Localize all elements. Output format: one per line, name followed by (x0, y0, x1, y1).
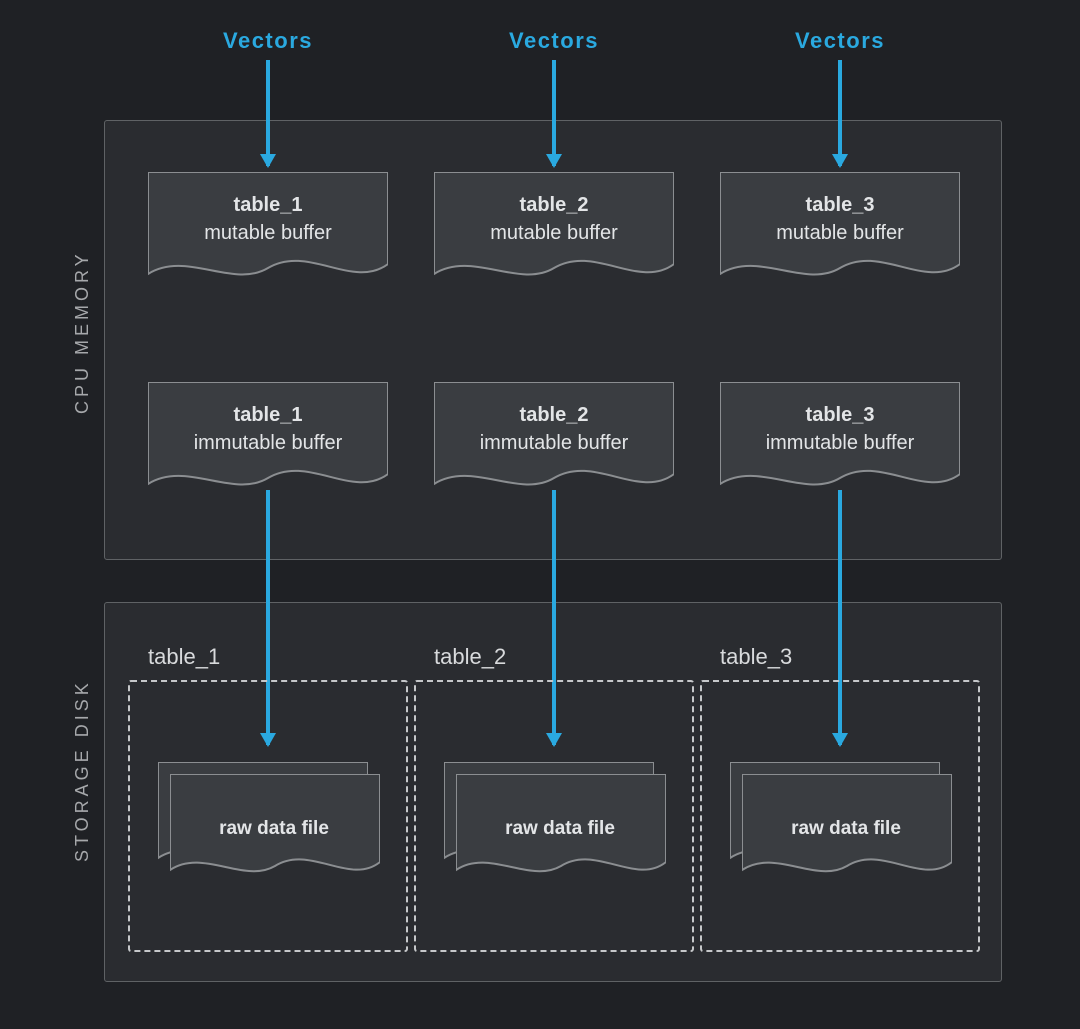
mutable-buffer-3-title: table_3 (720, 194, 960, 217)
arrow-vectors-to-mutable-1 (266, 60, 270, 166)
vectors-label-1: Vectors (168, 28, 368, 54)
architecture-diagram: Vectors Vectors Vectors CPU MEMORY STORA… (0, 0, 1080, 1029)
immutable-buffer-1: table_1 immutable buffer (148, 382, 388, 507)
mutable-buffer-1-subtitle: mutable buffer (148, 222, 388, 245)
mutable-buffer-1: table_1 mutable buffer (148, 172, 388, 297)
data-file-label-1: raw data file (170, 818, 378, 840)
immutable-buffer-3-title: table_3 (720, 404, 960, 427)
immutable-buffer-1-subtitle: immutable buffer (148, 432, 388, 455)
mutable-buffer-2-title: table_2 (434, 194, 674, 217)
disk-table-title-1: table_1 (148, 644, 220, 670)
mutable-buffer-1-title: table_1 (148, 194, 388, 217)
immutable-buffer-2-title: table_2 (434, 404, 674, 427)
data-file-stack-3: raw data file (730, 762, 950, 892)
data-file-label-3: raw data file (742, 818, 950, 840)
disk-table-title-2: table_2 (434, 644, 506, 670)
arrow-vectors-to-mutable-3 (838, 60, 842, 166)
disk-table-title-3: table_3 (720, 644, 792, 670)
mutable-buffer-3: table_3 mutable buffer (720, 172, 960, 297)
mutable-buffer-2-subtitle: mutable buffer (434, 222, 674, 245)
mutable-buffer-3-subtitle: mutable buffer (720, 222, 960, 245)
storage-disk-label: STORAGE DISK (72, 679, 93, 862)
arrow-vectors-to-mutable-2 (552, 60, 556, 166)
mutable-buffer-2: table_2 mutable buffer (434, 172, 674, 297)
data-file-label-2: raw data file (456, 818, 664, 840)
immutable-buffer-3-subtitle: immutable buffer (720, 432, 960, 455)
immutable-buffer-1-title: table_1 (148, 404, 388, 427)
immutable-buffer-2-subtitle: immutable buffer (434, 432, 674, 455)
vectors-label-2: Vectors (454, 28, 654, 54)
vectors-label-3: Vectors (740, 28, 940, 54)
data-file-stack-2: raw data file (444, 762, 664, 892)
immutable-buffer-3: table_3 immutable buffer (720, 382, 960, 507)
immutable-buffer-2: table_2 immutable buffer (434, 382, 674, 507)
data-file-stack-1: raw data file (158, 762, 378, 892)
cpu-memory-label: CPU MEMORY (72, 250, 93, 414)
